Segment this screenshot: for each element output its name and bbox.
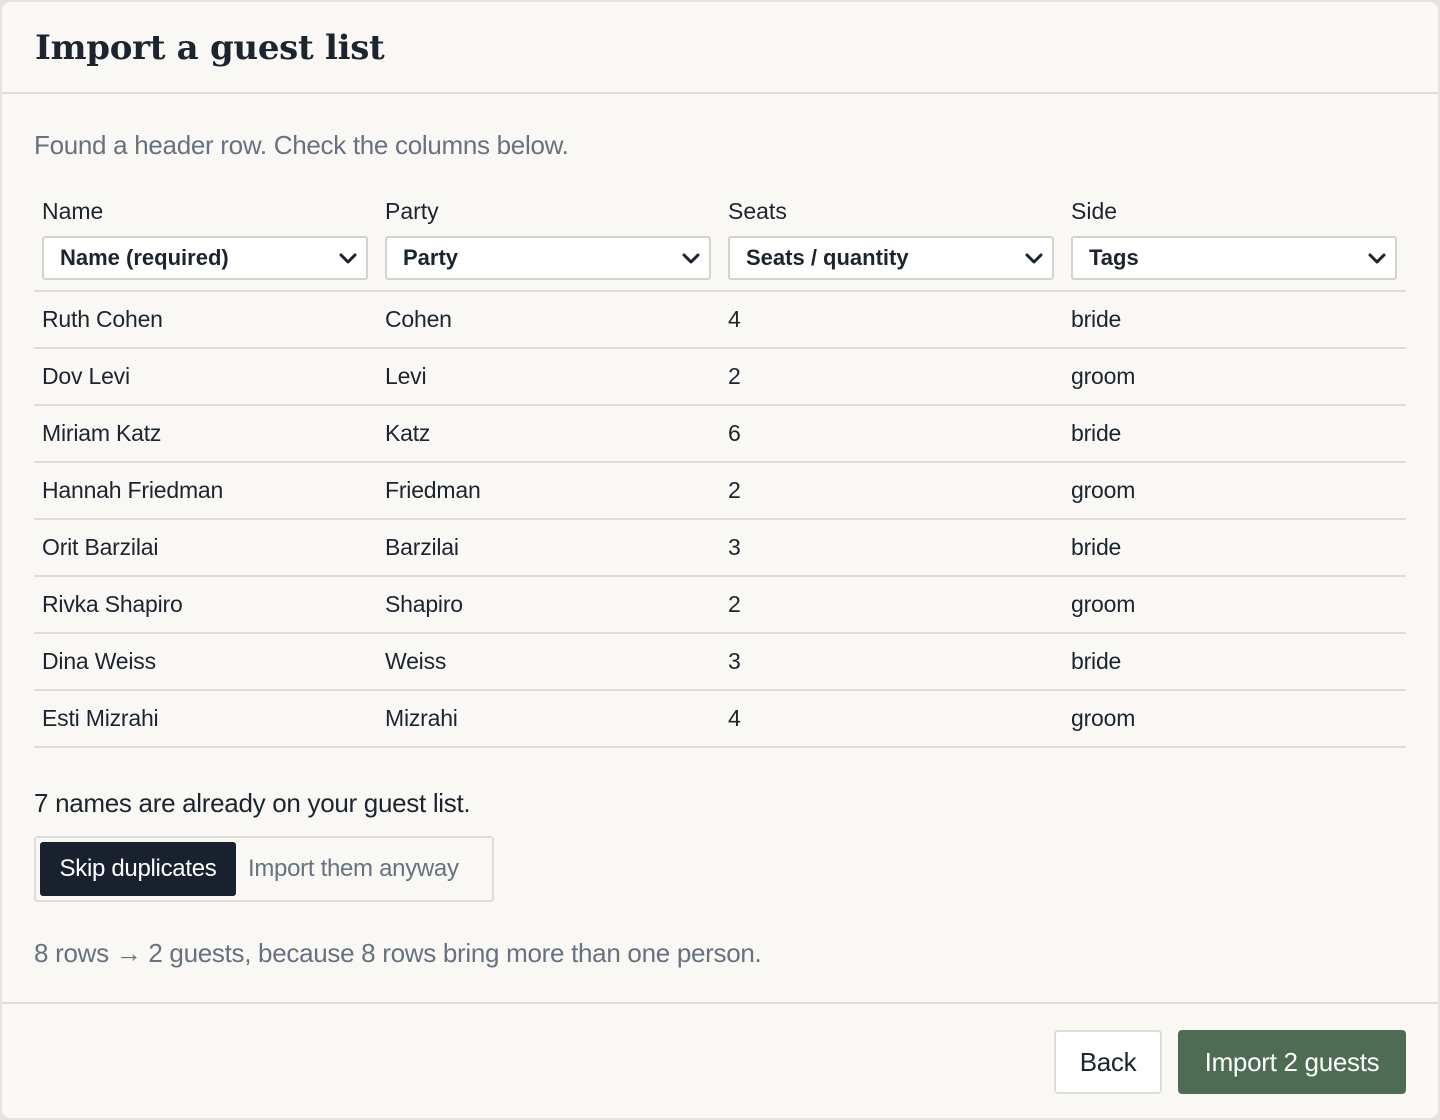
dialog-header: Import a guest list xyxy=(2,2,1438,94)
import-button[interactable]: Import 2 guests xyxy=(1178,1030,1406,1094)
cell-name: Dov Levi xyxy=(42,363,130,389)
cell-seats: 2 xyxy=(728,363,741,389)
cell-side: bride xyxy=(1071,420,1122,446)
cell-name: Dina Weiss xyxy=(42,648,156,674)
mapping-select-party[interactable]: Party xyxy=(385,236,711,280)
intro-text: Found a header row. Check the columns be… xyxy=(34,130,569,160)
mapping-select-seats[interactable]: Seats / quantity xyxy=(728,236,1054,280)
duplicates-toggle: Skip duplicates Import them anyway xyxy=(34,836,494,902)
cell-party: Levi xyxy=(385,363,427,389)
mapping-cell: Seats / quantity xyxy=(720,236,1063,290)
cell-seats: 2 xyxy=(728,591,741,617)
cell-name: Hannah Friedman xyxy=(42,477,224,503)
cell-side: groom xyxy=(1071,477,1136,503)
dialog-footer: Back Import 2 guests xyxy=(2,1002,1438,1118)
chevron-down-icon xyxy=(1025,253,1043,264)
table-row: Orit Barzilai Barzilai 3 bride xyxy=(34,520,1406,577)
cell-side: bride xyxy=(1071,648,1122,674)
cell-seats: 4 xyxy=(728,306,741,332)
column-header-side: Side xyxy=(1071,198,1118,224)
cell-party: Cohen xyxy=(385,306,452,332)
cell-name: Miriam Katz xyxy=(42,420,162,446)
cell-side: groom xyxy=(1071,705,1136,731)
cell-name: Ruth Cohen xyxy=(42,306,163,332)
mapping-select-value: Name (required) xyxy=(60,245,229,270)
mapping-select-value: Party xyxy=(403,245,459,270)
import-dialog: Import a guest list Found a header row. … xyxy=(2,2,1438,1118)
cell-side: bride xyxy=(1071,534,1122,560)
column-mapping-selects: Name (required) Party Seats / quantity T… xyxy=(34,236,1406,292)
table-row: Dov Levi Levi 2 groom xyxy=(34,349,1406,406)
column-header-seats: Seats xyxy=(728,198,787,224)
chevron-down-icon xyxy=(339,253,357,264)
cell-side: groom xyxy=(1071,363,1136,389)
mapping-cell: Party xyxy=(377,236,720,290)
back-button[interactable]: Back xyxy=(1054,1030,1162,1094)
cell-party: Mizrahi xyxy=(385,705,458,731)
cell-seats: 6 xyxy=(728,420,741,446)
table-row: Ruth Cohen Cohen 4 bride xyxy=(34,292,1406,349)
mapping-cell: Name (required) xyxy=(34,236,377,290)
mapping-cell: Tags xyxy=(1063,236,1406,290)
mapping-select-value: Tags xyxy=(1089,245,1139,270)
cell-seats: 4 xyxy=(728,705,741,731)
table-row: Hannah Friedman Friedman 2 groom xyxy=(34,463,1406,520)
mapping-select-value: Seats / quantity xyxy=(746,245,909,270)
cell-side: bride xyxy=(1071,306,1122,332)
table-row: Miriam Katz Katz 6 bride xyxy=(34,406,1406,463)
cell-seats: 3 xyxy=(728,534,741,560)
cell-party: Weiss xyxy=(385,648,447,674)
column-headers: Name Party Seats Side xyxy=(34,188,1406,236)
mapping-select-name[interactable]: Name (required) xyxy=(42,236,368,280)
cell-party: Shapiro xyxy=(385,591,463,617)
cell-seats: 3 xyxy=(728,648,741,674)
duplicates-note: 7 names are already on your guest list. xyxy=(34,788,471,818)
cell-name: Rivka Shapiro xyxy=(42,591,183,617)
cell-name: Orit Barzilai xyxy=(42,534,159,560)
cell-side: groom xyxy=(1071,591,1136,617)
cell-party: Katz xyxy=(385,420,431,446)
cell-party: Barzilai xyxy=(385,534,459,560)
column-mapping-table: Name Party Seats Side Name (required) Pa… xyxy=(34,188,1406,748)
cell-seats: 2 xyxy=(728,477,741,503)
cell-name: Esti Mizrahi xyxy=(42,705,159,731)
column-header-party: Party xyxy=(385,198,439,224)
skip-duplicates-option[interactable]: Skip duplicates xyxy=(40,842,236,896)
mapping-select-side[interactable]: Tags xyxy=(1071,236,1397,280)
import-anyway-option[interactable]: Import them anyway xyxy=(248,842,459,896)
column-header-name: Name xyxy=(42,198,104,224)
table-row: Dina Weiss Weiss 3 bride xyxy=(34,634,1406,691)
dialog-title: Import a guest list xyxy=(35,28,385,68)
table-row: Esti Mizrahi Mizrahi 4 groom xyxy=(34,691,1406,748)
chevron-down-icon xyxy=(682,253,700,264)
table-row: Rivka Shapiro Shapiro 2 groom xyxy=(34,577,1406,634)
cell-party: Friedman xyxy=(385,477,481,503)
import-summary: 8 rows → 2 guests, because 8 rows bring … xyxy=(34,938,762,968)
chevron-down-icon xyxy=(1368,253,1386,264)
